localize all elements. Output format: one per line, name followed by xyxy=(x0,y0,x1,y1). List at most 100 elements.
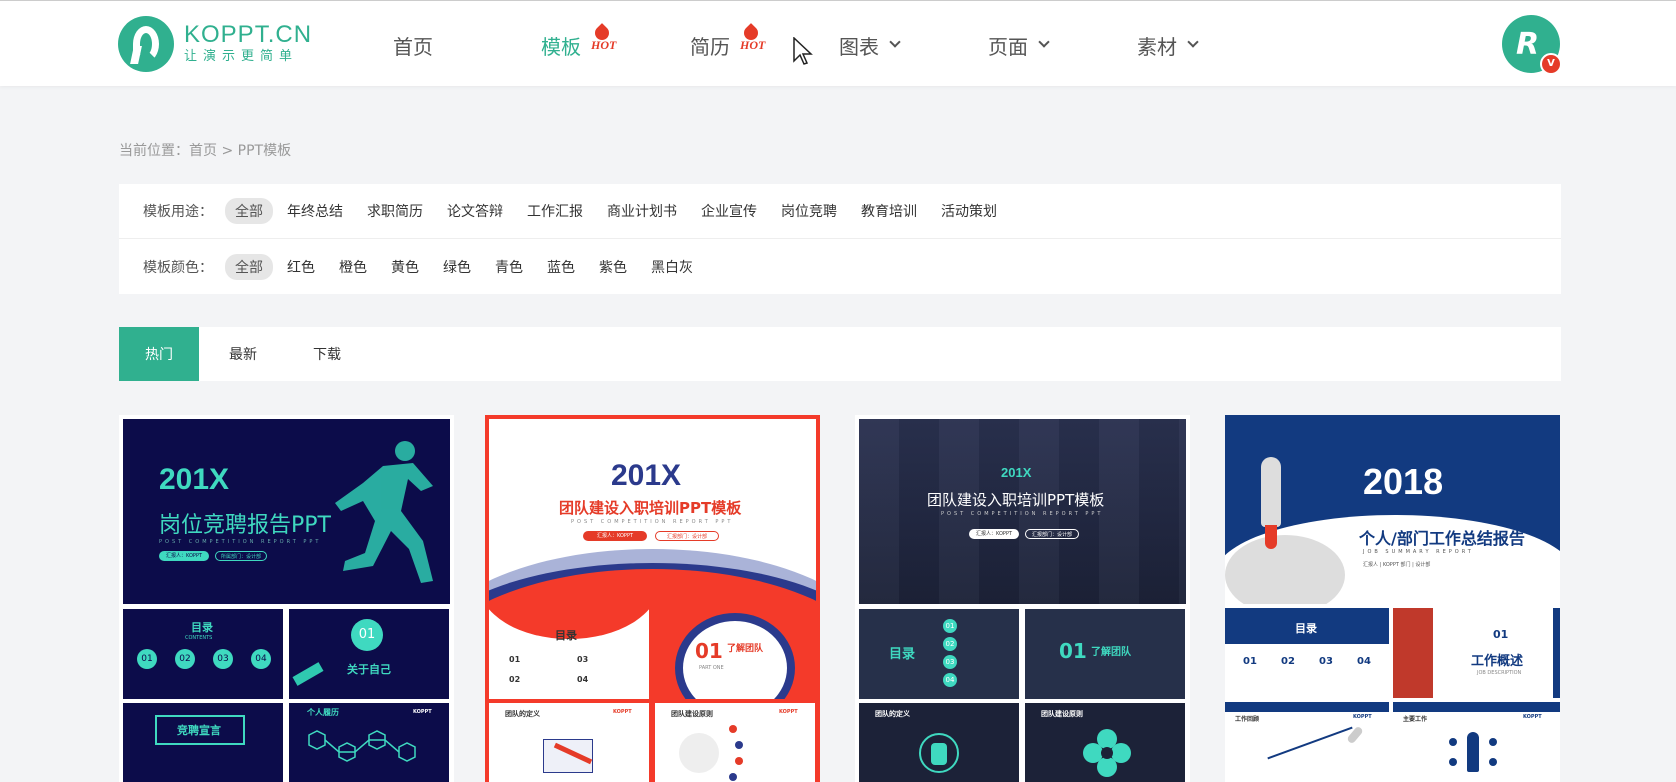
filter-color-option[interactable]: 黑白灰 xyxy=(641,254,703,280)
cover-subtitle: JOB SUMMARY REPORT xyxy=(1363,549,1474,555)
filter-color-option[interactable]: 紫色 xyxy=(589,254,637,280)
toc-number: 03 xyxy=(1319,656,1333,667)
filter-usage-option[interactable]: 商业计划书 xyxy=(597,198,687,224)
nav-resume[interactable]: 简历 HOT xyxy=(690,31,765,59)
cover-year: 2018 xyxy=(1363,461,1444,502)
cover-pill: 汇报人：KOPPT xyxy=(583,531,647,541)
user-avatar[interactable]: R V xyxy=(1502,15,1562,75)
slide-toc: 目录 01 03 02 04 xyxy=(489,609,649,699)
slide-cover: 201X 团队建设入职培训PPT模板 POST COMPETITION REPO… xyxy=(859,419,1186,604)
brand-label: KOPPT xyxy=(779,709,798,715)
nav-label: 首页 xyxy=(393,34,433,59)
timeline-icon xyxy=(308,730,416,762)
slide-content: 工作回顾 KOPPT xyxy=(1225,702,1389,782)
brand-label: KOPPT xyxy=(1353,714,1372,720)
filter-panel: 模板用途： 全部 年终总结 求职简历 论文答辩 工作汇报 商业计划书 企业宣传 … xyxy=(119,184,1561,294)
toc-number: 03 xyxy=(213,649,233,669)
nav-label: 页面 xyxy=(988,34,1028,59)
nav-materials[interactable]: 素材 xyxy=(1137,31,1199,59)
nav-home[interactable]: 首页 xyxy=(393,31,433,59)
toc-title: 目录 xyxy=(191,621,213,634)
filter-color-option[interactable]: 全部 xyxy=(225,253,273,280)
content-title: 团队建设原则 xyxy=(1041,710,1083,718)
cover-pill: 汇报部门：设计部 xyxy=(655,531,719,541)
toc-number: 04 xyxy=(943,673,957,687)
toc-number: 02 xyxy=(509,675,521,684)
chevron-down-icon xyxy=(1187,36,1199,48)
section-subtitle: PART ONE xyxy=(699,665,724,671)
filter-usage-option[interactable]: 岗位竞聘 xyxy=(771,198,847,224)
toc-number: 03 xyxy=(943,655,957,669)
nav-templates[interactable]: 模板 HOT xyxy=(541,31,616,59)
tab-hot[interactable]: 热门 xyxy=(119,327,199,381)
nav-pages[interactable]: 页面 xyxy=(988,31,1050,59)
section-title: 了解团队 xyxy=(1091,647,1131,658)
cover-subtitle: POST COMPETITION REPORT PPT xyxy=(159,539,322,545)
cover-pill: 所属部门：设计部 xyxy=(215,551,267,561)
slide-content: 主要工作 KOPPT xyxy=(1393,702,1560,782)
toc-title: 目录 xyxy=(889,647,916,662)
avatar-letter: R xyxy=(1516,27,1540,62)
cover-subtitle: POST COMPETITION REPORT PPT xyxy=(571,519,734,525)
toc-number: 02 xyxy=(943,637,957,651)
toc-number: 01 xyxy=(943,619,957,633)
filter-color-option[interactable]: 橙色 xyxy=(329,254,377,280)
toc-number: 01 xyxy=(1243,656,1257,667)
section-subtitle: JOB DESCRIPTION xyxy=(1477,670,1522,676)
tab-newest[interactable]: 最新 xyxy=(203,327,283,381)
template-card[interactable]: 201X 岗位竞聘报告PPT POST COMPETITION REPORT P… xyxy=(119,415,454,782)
nav-charts[interactable]: 图表 xyxy=(839,31,901,59)
cover-year: 201X xyxy=(1001,465,1032,480)
filter-usage-option[interactable]: 教育培训 xyxy=(851,198,927,224)
vip-badge-icon: V xyxy=(1540,53,1562,75)
chevron-down-icon xyxy=(889,36,901,48)
template-card[interactable]: 2018 个人/部门工作总结报告 JOB SUMMARY REPORT 汇报人 … xyxy=(1225,415,1560,782)
filter-color-option[interactable]: 红色 xyxy=(277,254,325,280)
hot-badge-icon: HOT xyxy=(740,37,766,52)
filter-usage-option[interactable]: 企业宣传 xyxy=(691,198,767,224)
section-title: 了解团队 xyxy=(727,644,764,654)
filter-usage-option[interactable]: 活动策划 xyxy=(931,198,1007,224)
cover-title: 岗位竞聘报告PPT xyxy=(159,513,331,538)
slide-speech: 竞聘宣言 xyxy=(123,703,283,782)
toc-number: 04 xyxy=(577,675,589,684)
slide-content: 团队建设原则 xyxy=(1025,703,1185,782)
filter-usage-option[interactable]: 年终总结 xyxy=(277,198,353,224)
filter-usage-option[interactable]: 工作汇报 xyxy=(517,198,593,224)
tab-downloads[interactable]: 下载 xyxy=(287,327,367,381)
slide-content: 团队的定义 KOPPT xyxy=(489,703,649,782)
filter-color-option[interactable]: 绿色 xyxy=(433,254,481,280)
filter-usage-option[interactable]: 求职简历 xyxy=(357,198,433,224)
runner-figure-icon xyxy=(335,441,433,583)
slide-history: 个人履历 KOPPT xyxy=(289,703,449,782)
slide-section: 01 了解团队 PART ONE xyxy=(655,609,815,699)
slide-section: 01 了解团队 xyxy=(1025,609,1185,699)
slide-cover: 2018 个人/部门工作总结报告 JOB SUMMARY REPORT 汇报人 … xyxy=(1225,415,1560,604)
toc-number: 02 xyxy=(175,649,195,669)
nav-label: 素材 xyxy=(1137,34,1177,59)
filter-color-option[interactable]: 青色 xyxy=(485,254,533,280)
speech-title: 竞聘宣言 xyxy=(177,724,221,737)
template-card[interactable]: 201X 团队建设入职培训PPT模板 POST COMPETITION REPO… xyxy=(485,415,820,782)
section-number: 01 xyxy=(1493,628,1509,641)
toc-number: 02 xyxy=(1281,656,1295,667)
site-logo[interactable]: KOPPT.CN 让演示更简单 xyxy=(118,16,312,72)
section-number: 01 xyxy=(695,639,723,663)
slide-section: 01 关于自己 xyxy=(289,609,449,699)
filter-color-option[interactable]: 蓝色 xyxy=(537,254,585,280)
section-number: 01 xyxy=(351,619,383,651)
filter-usage-option[interactable]: 全部 xyxy=(225,198,273,224)
filter-usage-option[interactable]: 论文答辩 xyxy=(437,198,513,224)
logo-title: KOPPT.CN xyxy=(184,21,313,48)
cover-year: 201X xyxy=(611,459,682,492)
filter-usage-label: 模板用途： xyxy=(143,204,213,220)
section-title: 关于自己 xyxy=(347,663,391,676)
slide-toc: 目录 CONTENTS 01 02 03 04 xyxy=(123,609,283,699)
filter-color-option[interactable]: 黄色 xyxy=(381,254,429,280)
slide-content: 团队的定义 xyxy=(859,703,1019,782)
cover-pill: 汇报人：KOPPT xyxy=(969,529,1019,539)
cover-title: 个人/部门工作总结报告 xyxy=(1359,529,1525,548)
template-card[interactable]: 201X 团队建设入职培训PPT模板 POST COMPETITION REPO… xyxy=(855,415,1190,782)
slide-cover: 201X 团队建设入职培训PPT模板 POST COMPETITION REPO… xyxy=(489,419,816,604)
nav-label: 模板 xyxy=(541,34,581,59)
